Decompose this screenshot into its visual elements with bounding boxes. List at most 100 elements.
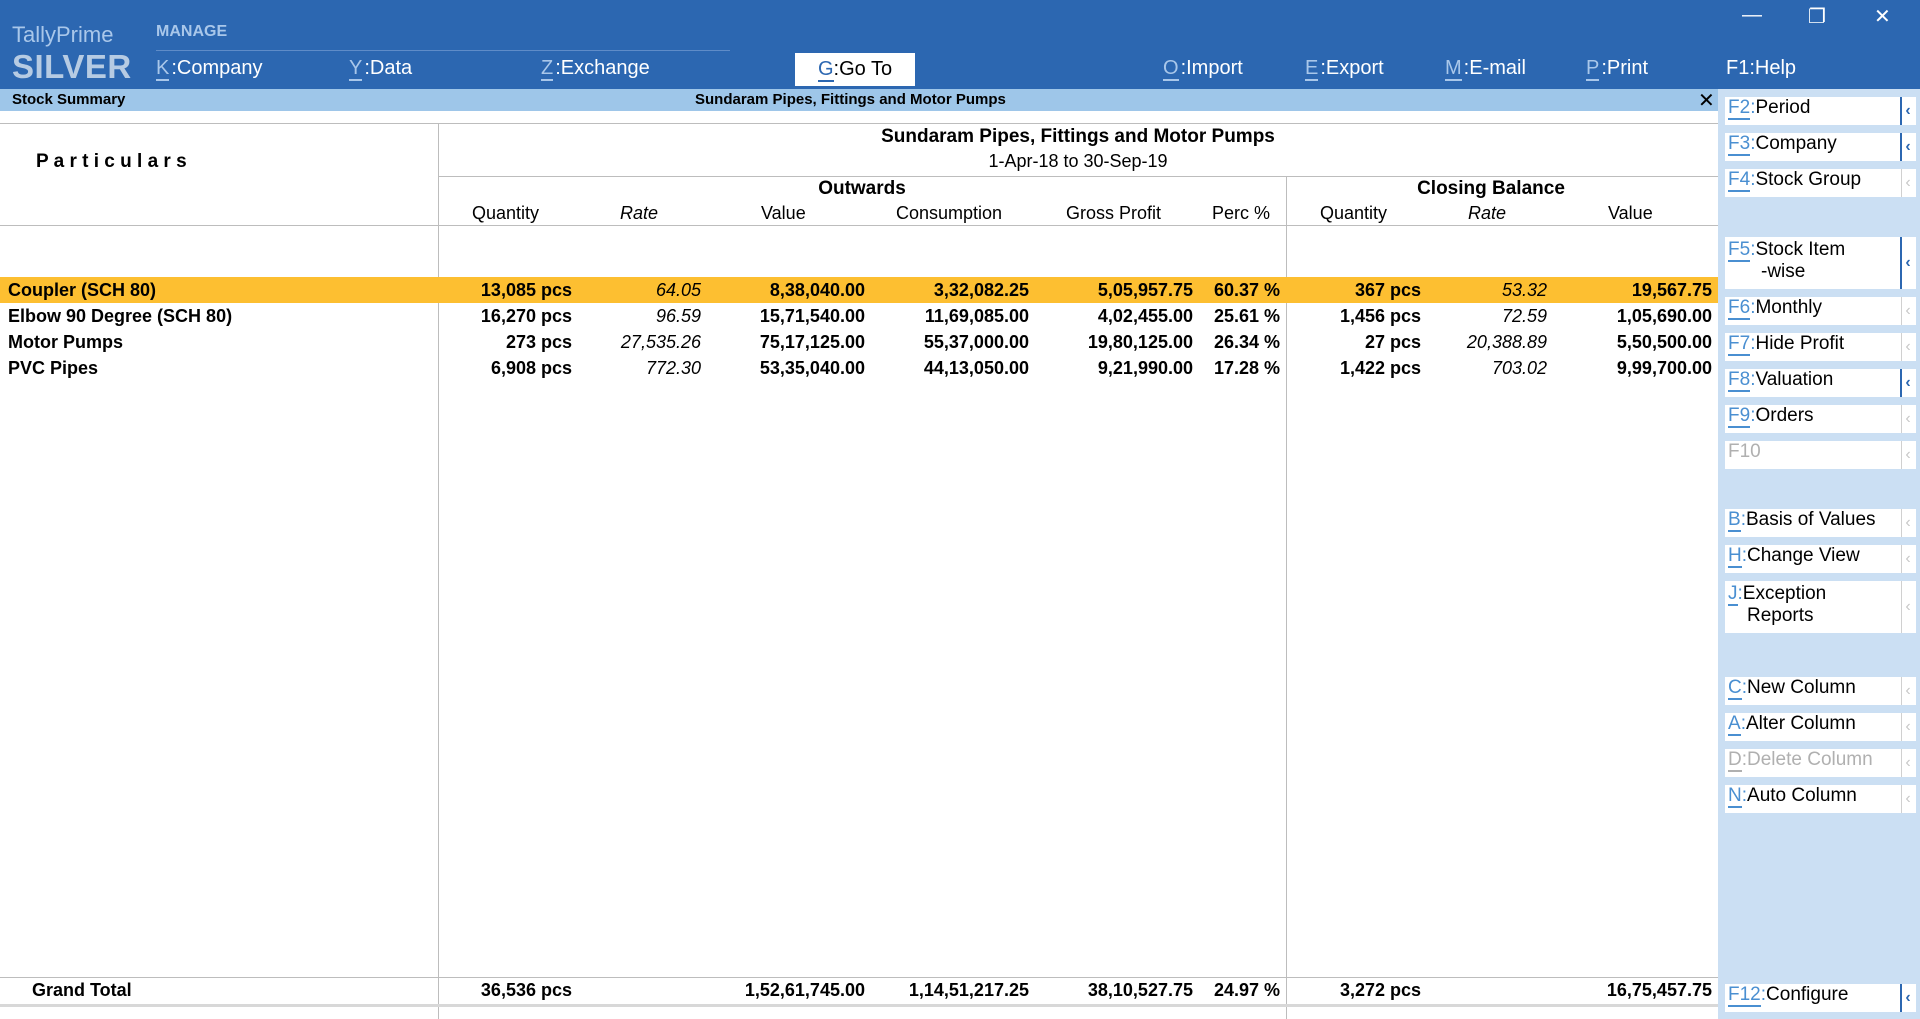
closing-value: 5,50,500.00 — [1616, 332, 1712, 352]
header-top-border — [0, 123, 1718, 124]
menu-print-label: Print — [1606, 57, 1649, 79]
basis-of-values-button[interactable]: B:Basis of Values ‹ — [1725, 509, 1916, 537]
closing-rate: 72.59 — [1501, 306, 1547, 326]
alter-column-button[interactable]: A:Alter Column ‹ — [1725, 713, 1916, 741]
menu-company-label: Company — [176, 57, 263, 79]
outward-value: 75,17,125.00 — [759, 332, 865, 352]
menu-export[interactable]: E:Export — [1305, 57, 1384, 81]
hide-profit-key: F7 — [1728, 333, 1751, 356]
stock-item-wise-label-2: -wise — [1761, 261, 1806, 282]
period-button[interactable]: F2:Period ‹ — [1725, 97, 1916, 125]
stock-group-button[interactable]: F4:Stock Group ‹ — [1725, 169, 1916, 197]
closing-value: 9,99,700.00 — [1616, 358, 1712, 378]
menu-exchange[interactable]: Z:Exchange — [541, 57, 650, 81]
item-name: PVC Pipes — [8, 358, 99, 378]
menu-help[interactable]: F1:Help — [1726, 57, 1796, 80]
table-row[interactable]: Coupler (SCH 80) 13,085 pcs 64.05 8,38,0… — [0, 277, 1718, 303]
menu-company-key: K — [156, 57, 170, 81]
company-heading: Sundaram Pipes, Fittings and Motor Pumps — [881, 126, 1275, 147]
hide-profit-button[interactable]: F7:Hide Profit ‹ — [1725, 333, 1916, 361]
exception-reports-button[interactable]: J:Exception Reports ‹ — [1725, 581, 1916, 633]
outward-rate: 64.05 — [655, 280, 701, 300]
chevron-left-icon: ‹ — [1901, 785, 1914, 813]
orders-label: Orders — [1755, 405, 1814, 426]
consumption: 3,32,082.25 — [933, 280, 1029, 300]
grand-total-row: Grand Total 36,536 pcs 1,52,61,745.00 1,… — [0, 978, 1718, 1004]
auto-column-button[interactable]: N:Auto Column ‹ — [1725, 785, 1916, 813]
report-name: Stock Summary — [12, 91, 126, 108]
outward-quantity: 16,270 pcs — [480, 306, 572, 326]
closing-rate: 703.02 — [1491, 358, 1547, 378]
menu-exchange-key: Z — [541, 57, 554, 81]
company-button[interactable]: F3:Company ‹ — [1725, 133, 1916, 161]
delete-column-label: Delete Column — [1747, 749, 1873, 770]
configure-button[interactable]: F12:Configure ‹ — [1725, 984, 1916, 1012]
f10-button[interactable]: F10 ‹ — [1725, 441, 1916, 469]
col-consumption: Consumption — [896, 203, 1003, 223]
menu-export-key: E — [1305, 57, 1319, 81]
col-quantity: Quantity — [472, 203, 540, 223]
total-value: 1,52,61,745.00 — [744, 980, 865, 1000]
consumption: 44,13,050.00 — [923, 358, 1029, 378]
chevron-left-icon: ‹ — [1900, 369, 1914, 397]
closing-value: 19,567.75 — [1631, 280, 1712, 300]
chevron-left-icon: ‹ — [1900, 133, 1914, 161]
report-close-icon[interactable]: ✕ — [1698, 88, 1715, 113]
basis-of-values-key: B — [1728, 509, 1741, 532]
chevron-left-icon: ‹ — [1901, 677, 1914, 705]
col-cb-value: Value — [1608, 203, 1653, 223]
monthly-button[interactable]: F6:Monthly ‹ — [1725, 297, 1916, 325]
menu-import[interactable]: O:Import — [1163, 57, 1243, 81]
company-label: Company — [1755, 133, 1837, 154]
outward-rate: 27,535.26 — [620, 332, 701, 352]
outward-quantity: 273 pcs — [505, 332, 572, 352]
orders-key: F9 — [1728, 405, 1751, 428]
restore-icon[interactable]: ❐ — [1808, 4, 1826, 29]
menu-company[interactable]: K:Company — [156, 57, 263, 81]
basis-of-values-label: Basis of Values — [1745, 509, 1876, 530]
exception-reports-label: Exception — [1742, 583, 1827, 604]
manage-divider — [156, 50, 730, 51]
menu-email[interactable]: M:E-mail — [1445, 57, 1526, 81]
orders-button[interactable]: F9:Orders ‹ — [1725, 405, 1916, 433]
period-heading: 1-Apr-18 to 30-Sep-19 — [988, 151, 1168, 171]
menu-print[interactable]: P:Print — [1586, 57, 1649, 81]
profit-percent: 60.37 % — [1213, 280, 1280, 300]
company-key: F3 — [1728, 133, 1751, 156]
minimize-icon[interactable]: — — [1742, 4, 1762, 27]
window-close-icon[interactable]: ✕ — [1874, 4, 1891, 29]
profit-percent: 26.34 % — [1213, 332, 1280, 352]
right-button-bar: F2:Period ‹ F3:Company ‹ F4:Stock Group ‹ F… — [1718, 89, 1920, 1019]
table-row[interactable]: Motor Pumps 273 pcs 27,535.26 75,17,125.… — [0, 329, 1718, 355]
alter-column-key: A — [1728, 713, 1741, 736]
outward-value: 8,38,040.00 — [769, 280, 865, 300]
closing-rate: 53.32 — [1501, 280, 1547, 300]
manage-label: MANAGE — [156, 23, 228, 40]
stock-item-wise-key: F5 — [1728, 239, 1751, 262]
outwards-heading: Outwards — [818, 178, 906, 199]
menu-data[interactable]: Y:Data — [349, 57, 412, 81]
menu-goto-button[interactable]: G:Go To — [795, 53, 915, 86]
new-column-label: New Column — [1747, 677, 1856, 698]
menu-import-key: O — [1163, 57, 1179, 81]
valuation-button[interactable]: F8:Valuation ‹ — [1725, 369, 1916, 397]
chevron-left-icon: ‹ — [1901, 749, 1914, 777]
stock-item-wise-label: Stock Item — [1755, 239, 1846, 260]
alter-column-label: Alter Column — [1745, 713, 1856, 734]
configure-key: F12 — [1728, 984, 1761, 1007]
chevron-left-icon: ‹ — [1901, 333, 1914, 361]
change-view-button[interactable]: H:Change View ‹ — [1725, 545, 1916, 573]
closing-quantity: 367 pcs — [1354, 280, 1421, 300]
outward-value: 15,71,540.00 — [759, 306, 865, 326]
menu-help-label: Help — [1754, 57, 1797, 79]
delete-column-button[interactable]: D:Delete Column ‹ — [1725, 749, 1916, 777]
col-perc: Perc % — [1212, 203, 1271, 223]
menu-exchange-label: Exchange — [560, 57, 650, 79]
table-row[interactable]: PVC Pipes 6,908 pcs 772.30 53,35,040.00 … — [0, 355, 1718, 381]
table-row[interactable]: Elbow 90 Degree (SCH 80) 16,270 pcs 96.5… — [0, 303, 1718, 329]
f10-key: F10 — [1728, 441, 1761, 462]
stock-item-wise-button[interactable]: F5:Stock Item -wise ‹ — [1725, 237, 1916, 289]
chevron-left-icon: ‹ — [1900, 984, 1914, 1012]
exception-reports-label-2: Reports — [1747, 605, 1814, 626]
new-column-button[interactable]: C:New Column ‹ — [1725, 677, 1916, 705]
